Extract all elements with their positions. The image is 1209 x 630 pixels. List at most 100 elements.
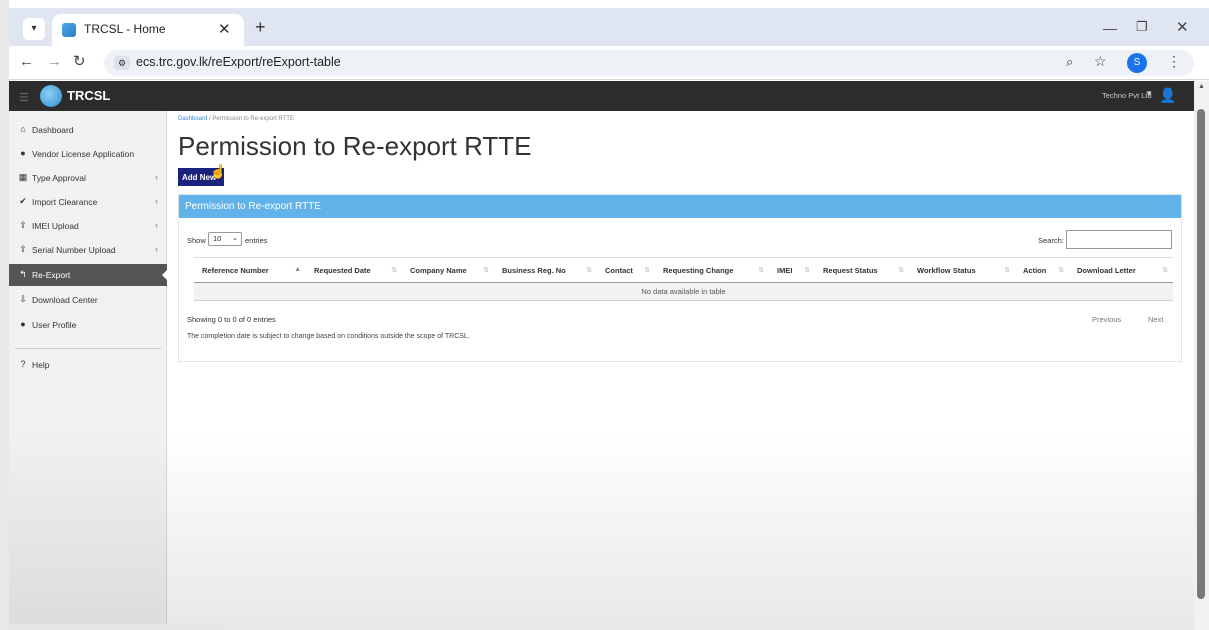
sidebar-item-vendor-license[interactable]: ● Vendor License Application	[9, 143, 167, 165]
sidebar-item-re-export[interactable]: ↰ Re-Export	[9, 264, 168, 286]
column-header-label: Download Letter	[1077, 265, 1136, 275]
column-header[interactable]: Company Name ⇅	[402, 257, 494, 283]
sidebar-item-user-profile[interactable]: ● User Profile	[9, 314, 167, 336]
scrollbar-thumb[interactable]	[1197, 109, 1205, 599]
column-header-label: Reference Number	[202, 265, 269, 275]
column-header[interactable]: Action ⇅	[1015, 257, 1069, 283]
show-label: Show	[187, 236, 206, 245]
sidebar-item-label: Vendor License Application	[32, 149, 135, 159]
tab-search-button[interactable]: ▾	[23, 18, 45, 40]
sidebar-item-label: Serial Number Upload	[32, 245, 116, 255]
user-icon[interactable]: 👤	[1159, 87, 1176, 104]
browser-menu-icon[interactable]: ⋮	[1167, 53, 1181, 70]
sidebar-divider	[15, 348, 161, 349]
breadcrumb-dashboard-link[interactable]: Dashboard	[178, 116, 207, 122]
browser-tab[interactable]: TRCSL - Home ✕	[52, 14, 244, 46]
back-arrow-icon[interactable]: ←	[19, 53, 34, 70]
breadcrumb-separator: /	[209, 116, 211, 122]
window-close-icon[interactable]: ✕	[1176, 18, 1189, 36]
url-text[interactable]: ecs.trc.gov.lk/reExport/reExport-table	[136, 55, 341, 69]
column-header-label: Workflow Status	[917, 265, 976, 275]
browser-window: ▾ TRCSL - Home ✕ + — ❐ ✕ ← → ↻ ⚙ ecs.trc…	[9, 0, 1209, 630]
reload-icon[interactable]: ↻	[73, 52, 86, 70]
sidebar-item-serial-upload[interactable]: ⇪ Serial Number Upload ›	[9, 239, 167, 261]
breadcrumb-current: Permission to Re-export RTTE	[212, 116, 294, 122]
sidebar-item-download-center[interactable]: ⇩ Download Center	[9, 289, 167, 311]
sort-asc-icon: ▲	[294, 266, 301, 273]
column-header[interactable]: IMEI ⇅	[769, 257, 815, 283]
user-icon: ●	[20, 319, 26, 329]
sidebar: ⌂ Dashboard ● Vendor License Application…	[9, 111, 168, 630]
column-header[interactable]: Workflow Status ⇅	[909, 257, 1015, 283]
sidebar-item-label: User Profile	[32, 320, 77, 330]
sidebar-item-imei-upload[interactable]: ⇪ IMEI Upload ›	[9, 215, 167, 237]
menu-toggle-icon[interactable]: ☰	[19, 91, 29, 104]
chevron-right-icon: ›	[155, 172, 158, 182]
new-tab-icon[interactable]: +	[255, 18, 266, 36]
sidebar-item-label: Download Center	[32, 295, 98, 305]
sort-icon: ⇅	[1162, 267, 1168, 274]
home-icon: ⌂	[20, 124, 26, 134]
sidebar-item-help[interactable]: ? Help	[9, 354, 167, 376]
tab-title: TRCSL - Home	[84, 22, 166, 36]
forward-arrow-icon[interactable]: →	[47, 53, 62, 70]
table-icon: ▦	[18, 172, 28, 182]
sidebar-item-label: Type Approval	[32, 173, 86, 183]
column-header[interactable]: Request Status ⇅	[815, 257, 909, 283]
sidebar-item-type-approval[interactable]: ▦ Type Approval ›	[9, 167, 167, 189]
reply-icon: ↰	[19, 269, 27, 279]
sidebar-item-label: Dashboard	[32, 125, 74, 135]
completion-note: The completion date is subject to change…	[187, 333, 470, 340]
sort-icon: ⇅	[644, 267, 650, 274]
re-export-panel: Permission to Re-export RTTE Show 10 ⌄ e…	[178, 194, 1182, 362]
column-header[interactable]: Download Letter ⇅	[1069, 257, 1173, 283]
column-header[interactable]: Business Reg. No ⇅	[494, 257, 597, 283]
column-header[interactable]: Reference Number ▲	[194, 257, 306, 283]
column-header[interactable]: Contact ⇅	[597, 257, 655, 283]
minimize-icon[interactable]: —	[1103, 20, 1117, 36]
table-header-row: Reference Number ▲ Requested Date ⇅ Compan…	[194, 257, 1173, 283]
sidebar-item-label: IMEI Upload	[32, 221, 79, 231]
sidebar-item-label: Re-Export	[32, 270, 71, 280]
panel-title: Permission to Re-export RTTE	[185, 201, 321, 212]
column-header-label: Contact	[605, 265, 633, 275]
chevron-right-icon: ›	[155, 196, 158, 206]
table-info: Showing 0 to 0 of 0 entries	[187, 315, 276, 324]
question-circle-icon: ?	[20, 359, 26, 369]
sort-icon: ⇅	[483, 267, 489, 274]
column-header[interactable]: Requesting Change ⇅	[655, 257, 769, 283]
empty-table-message: No data available in table	[194, 282, 1173, 301]
restore-icon[interactable]: ❐	[1136, 19, 1148, 35]
next-page-button[interactable]: Next	[1148, 315, 1163, 324]
column-header-label: Request Status	[823, 265, 878, 275]
main-content: Dashboard / Permission to Re-export RTTE…	[168, 111, 1194, 630]
previous-page-button[interactable]: Previous	[1092, 315, 1121, 324]
caret-down-icon[interactable]: ▼	[1145, 89, 1153, 98]
tab-strip: ▾ TRCSL - Home ✕ + — ❐ ✕	[9, 8, 1209, 46]
zoom-icon[interactable]: ⌕	[1066, 54, 1073, 70]
column-header[interactable]: Requested Date ⇅	[306, 257, 402, 283]
bookmark-star-icon[interactable]: ☆	[1094, 53, 1107, 70]
sidebar-item-dashboard[interactable]: ⌂ Dashboard	[9, 119, 167, 141]
panel-header: Permission to Re-export RTTE	[179, 195, 1181, 218]
sidebar-item-label: Help	[32, 360, 50, 370]
profile-avatar[interactable]: S	[1127, 53, 1147, 73]
breadcrumb: Dashboard / Permission to Re-export RTTE	[178, 116, 294, 122]
page-title: Permission to Re-export RTTE	[178, 131, 532, 161]
download-icon: ⇩	[19, 294, 27, 304]
scroll-up-icon[interactable]: ▲	[1198, 83, 1205, 90]
user-icon: ●	[20, 148, 26, 158]
page-length-select[interactable]: 10 ⌄	[208, 232, 242, 246]
sidebar-item-import-clearance[interactable]: ✔ Import Clearance ›	[9, 191, 167, 213]
table-search-input[interactable]	[1066, 230, 1172, 249]
column-header-label: Company Name	[410, 265, 467, 275]
trcsl-favicon-icon	[62, 23, 76, 37]
site-settings-icon[interactable]: ⚙	[114, 56, 130, 70]
tab-close-icon[interactable]: ✕	[218, 20, 231, 38]
desktop-edge	[0, 0, 9, 630]
column-header-label: Requested Date	[314, 265, 371, 275]
page-scrollbar[interactable]: ▲	[1194, 81, 1209, 630]
url-field[interactable]: ⚙ ecs.trc.gov.lk/reExport/reExport-table…	[104, 50, 1194, 76]
address-bar: ← → ↻ ⚙ ecs.trc.gov.lk/reExport/reExport…	[9, 46, 1209, 80]
brand-name: TRCSL	[67, 88, 111, 103]
